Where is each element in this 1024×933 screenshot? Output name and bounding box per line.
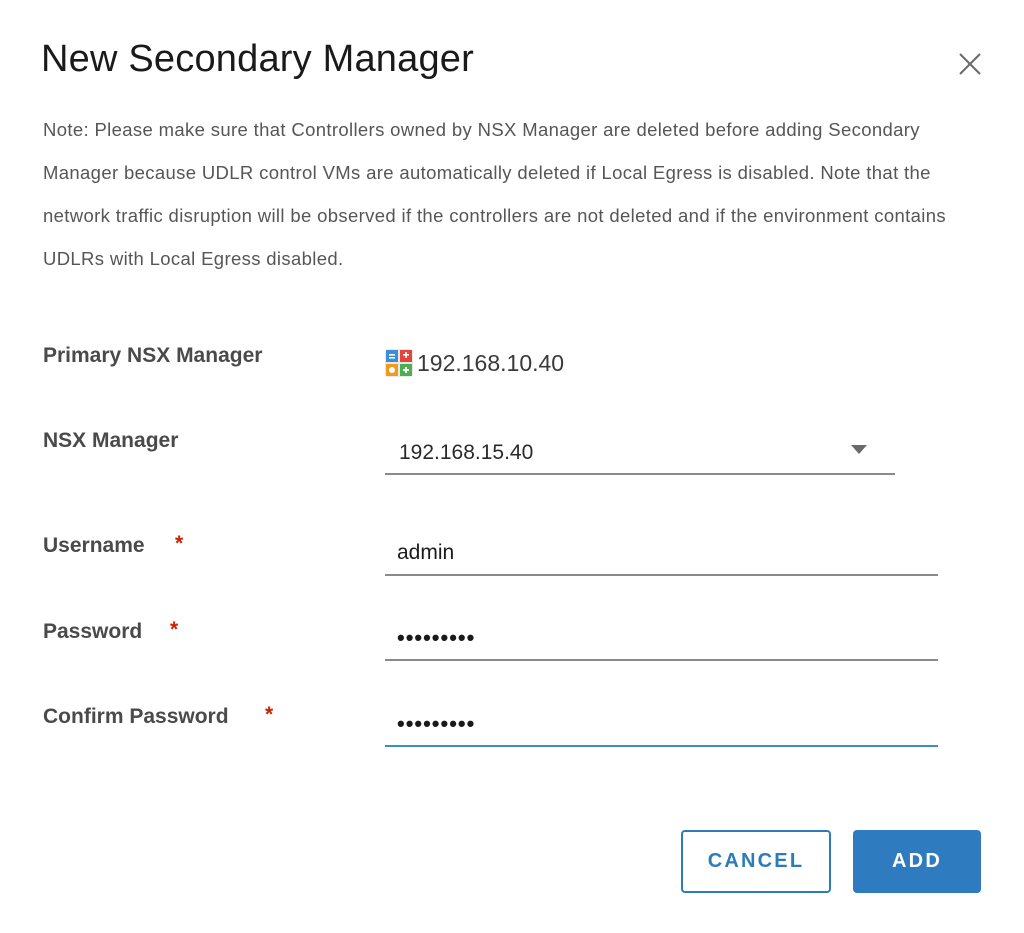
dialog-note: Note: Please make sure that Controllers … bbox=[43, 119, 946, 269]
caret-down-icon bbox=[851, 445, 867, 454]
nsx-manager-select[interactable]: 192.168.15.40 bbox=[385, 432, 895, 475]
password-required-marker: * bbox=[170, 618, 179, 641]
close-icon bbox=[959, 53, 981, 75]
confirm-password-input[interactable] bbox=[385, 703, 938, 747]
primary-nsx-manager-value: 192.168.10.40 bbox=[385, 347, 564, 379]
username-input[interactable] bbox=[385, 532, 938, 576]
username-label: Username bbox=[43, 534, 145, 557]
nsx-manager-selected-value: 192.168.15.40 bbox=[399, 441, 534, 464]
nsx-manager-icon bbox=[385, 349, 413, 377]
confirm-password-required-marker: * bbox=[265, 703, 274, 726]
primary-nsx-manager-label: Primary NSX Manager bbox=[43, 344, 263, 367]
username-required-marker: * bbox=[175, 532, 184, 555]
close-button[interactable] bbox=[954, 48, 986, 80]
password-label: Password bbox=[43, 620, 143, 643]
cancel-button[interactable]: CANCEL bbox=[681, 830, 831, 893]
confirm-password-label: Confirm Password bbox=[43, 705, 229, 728]
new-secondary-manager-dialog: New Secondary Manager Note: Please make … bbox=[0, 0, 1024, 933]
password-input[interactable] bbox=[385, 617, 938, 661]
add-button[interactable]: ADD bbox=[853, 830, 981, 893]
dialog-title: New Secondary Manager bbox=[41, 38, 474, 80]
primary-nsx-manager-ip: 192.168.10.40 bbox=[417, 349, 565, 376]
nsx-manager-label: NSX Manager bbox=[43, 429, 179, 452]
